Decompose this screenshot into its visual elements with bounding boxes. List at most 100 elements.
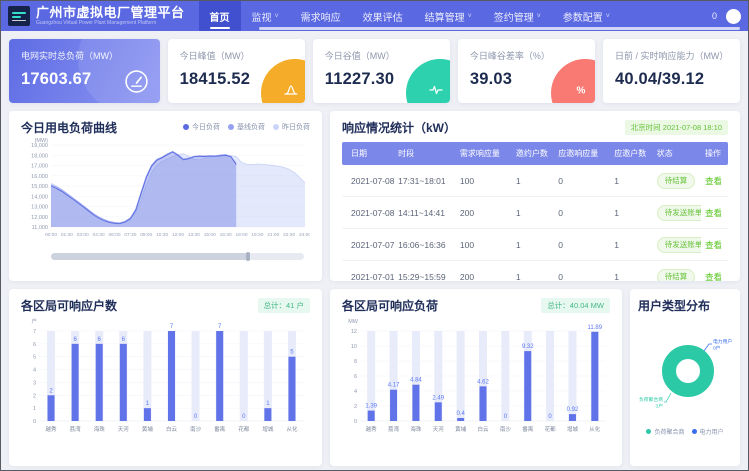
legend-item[interactable]: 负荷聚合商: [646, 427, 684, 436]
svg-text:1.39: 1.39: [365, 404, 377, 410]
svg-text:荔湾: 荔湾: [388, 425, 400, 433]
load-legend: 今日负荷基线负荷昨日负荷: [183, 122, 310, 132]
svg-text:13:30: 13:30: [188, 232, 200, 238]
svg-text:4: 4: [354, 389, 357, 395]
kpi-label: 电网实时总负荷（MW）: [21, 49, 148, 62]
svg-text:21:00: 21:00: [267, 232, 279, 238]
nav-item-home[interactable]: 首页: [199, 1, 241, 31]
svg-text:越秀: 越秀: [46, 425, 58, 433]
svg-text:南沙: 南沙: [190, 425, 202, 433]
column-header: 邀约户数: [512, 142, 554, 165]
district-users-panel: 各区局可响应户数 总计：41 户 01234567户2越秀6荔湾6海珠6天河1黄…: [9, 289, 322, 466]
svg-text:12: 12: [351, 329, 357, 335]
column-header: 状态: [653, 142, 701, 165]
svg-text:户: 户: [31, 317, 37, 325]
district-load-panel: 各区局可响应负荷 总计：40.04 MW 024681012MW1.39越秀4.…: [330, 289, 622, 466]
column-header: 需求响应量: [456, 142, 512, 165]
kpi-row: 电网实时总负荷（MW） 17603.67 今日峰值（MW） 18415.52 今: [9, 39, 740, 103]
view-link[interactable]: 查看: [705, 272, 722, 282]
svg-text:4.62: 4.62: [477, 379, 489, 385]
bottom-row: 各区局可响应户数 总计：41 户 01234567户2越秀6荔湾6海珠6天河1黄…: [9, 289, 740, 466]
svg-text:03:00: 03:00: [77, 232, 89, 238]
response-table-body: 2021-07-0817:31~18:01100101待结算查看2021-07-…: [342, 165, 728, 281]
kpi-value: 40.04/39.12: [615, 70, 728, 89]
kpi-label: 今日谷值（MW）: [325, 49, 438, 62]
district-users-chart: 01234567户2越秀6荔湾6海珠6天河1黄埔7白云0南沙7番禺0花都1增城5…: [21, 315, 310, 449]
user-type-panel: 用户类型分布 电力用户0户负荷聚合商3户 负荷聚合商电力用户: [630, 289, 740, 466]
kpi-card-peak-valley-rate: 今日峰谷差率（%） 39.03 %: [458, 39, 595, 103]
view-link[interactable]: 查看: [705, 176, 722, 186]
svg-text:MW: MW: [348, 319, 359, 325]
svg-text:花都: 花都: [238, 425, 250, 433]
svg-text:18:00: 18:00: [235, 232, 247, 238]
svg-text:16,000: 16,000: [31, 174, 48, 180]
gauge-icon: [124, 69, 149, 94]
legend-item[interactable]: 电力用户: [692, 427, 724, 436]
legend-item[interactable]: 基线负荷: [228, 122, 265, 132]
column-header: 应邀响应量: [554, 142, 610, 165]
svg-text:12:00: 12:00: [172, 232, 184, 238]
svg-text:%: %: [576, 86, 585, 97]
panel-title: 各区局可响应负荷: [342, 297, 438, 314]
svg-text:7: 7: [33, 329, 36, 335]
svg-text:天河: 天河: [433, 425, 445, 433]
svg-text:6: 6: [33, 342, 36, 348]
svg-text:4: 4: [33, 368, 36, 374]
total-load-badge: 总计：40.04 MW: [541, 298, 610, 313]
percent-icon: %: [574, 83, 588, 97]
kpi-card-response-capacity: 日前 / 实时响应能力（MW） 40.04/39.12: [603, 39, 740, 103]
user-type-chart: 电力用户0户负荷聚合商3户: [638, 315, 732, 425]
table-row: 2021-07-0115:29~15:59200101待结算查看: [342, 261, 728, 282]
svg-text:负荷聚合商: 负荷聚合商: [639, 396, 663, 403]
avatar[interactable]: [726, 9, 741, 24]
column-header: 操作: [701, 142, 728, 165]
table-row: 2021-07-0814:11~14:41200101待发送账单查看: [342, 197, 728, 229]
table-row: 2021-07-0817:31~18:01100101待结算查看: [342, 165, 728, 197]
status-badge: 待结算: [657, 173, 696, 189]
svg-text:3: 3: [33, 380, 36, 386]
svg-text:从化: 从化: [286, 425, 298, 433]
view-link[interactable]: 查看: [705, 208, 722, 218]
svg-text:14,000: 14,000: [31, 194, 48, 200]
svg-text:黄埔: 黄埔: [142, 425, 154, 433]
column-header: 日期: [342, 142, 394, 165]
corner-decoration: [406, 59, 450, 103]
view-link[interactable]: 查看: [705, 240, 722, 250]
svg-text:4.17: 4.17: [388, 383, 400, 389]
svg-text:10:30: 10:30: [156, 232, 168, 238]
svg-text:12,000: 12,000: [31, 215, 48, 221]
svg-text:1: 1: [33, 406, 36, 412]
panel-title: 用户类型分布: [638, 297, 710, 314]
svg-text:增城: 增城: [262, 425, 274, 433]
legend-item[interactable]: 今日负荷: [183, 122, 220, 132]
svg-text:4.84: 4.84: [410, 378, 422, 384]
svg-text:0.4: 0.4: [456, 411, 465, 417]
zoom-handle[interactable]: [246, 252, 250, 261]
beijing-time-badge: 北京时间 2021-07-08 18:10: [625, 120, 728, 135]
kpi-card-realtime-total-load: 电网实时总负荷（MW） 17603.67: [9, 39, 160, 103]
svg-text:白云: 白云: [477, 425, 489, 433]
svg-text:13,000: 13,000: [31, 205, 48, 211]
svg-text:7: 7: [218, 324, 222, 330]
svg-text:番禺: 番禺: [522, 426, 533, 433]
svg-text:10: 10: [351, 344, 357, 350]
svg-text:04:30: 04:30: [93, 232, 105, 238]
svg-text:09:00: 09:00: [140, 232, 152, 238]
status-badge: 待发送账单: [657, 205, 701, 221]
app-subtitle: Guangzhou Virtual Power Plant Management…: [36, 20, 185, 26]
app-title: 广州市虚拟电厂管理平台: [36, 6, 185, 20]
chart-zoom-slider[interactable]: [51, 253, 304, 260]
notification-count[interactable]: 0: [712, 11, 717, 21]
kpi-card-today-valley: 今日谷值（MW） 11227.30: [313, 39, 450, 103]
svg-text:0户: 0户: [713, 345, 721, 352]
response-stats-panel: 响应情况统计（kW） 北京时间 2021-07-08 18:10 日期时段需求响…: [330, 111, 740, 281]
zoom-selected-range: [51, 253, 248, 260]
svg-text:7: 7: [170, 324, 174, 330]
legend-item[interactable]: 昨日负荷: [273, 122, 310, 132]
svg-text:2: 2: [33, 393, 36, 399]
panel-title: 响应情况统计（kW）: [342, 119, 456, 136]
svg-text:11.89: 11.89: [588, 325, 603, 331]
svg-text:越秀: 越秀: [366, 425, 378, 433]
kpi-label: 今日峰值（MW）: [180, 49, 293, 62]
table-row: 2021-07-0716:06~16:36100101待发送账单查看: [342, 229, 728, 261]
